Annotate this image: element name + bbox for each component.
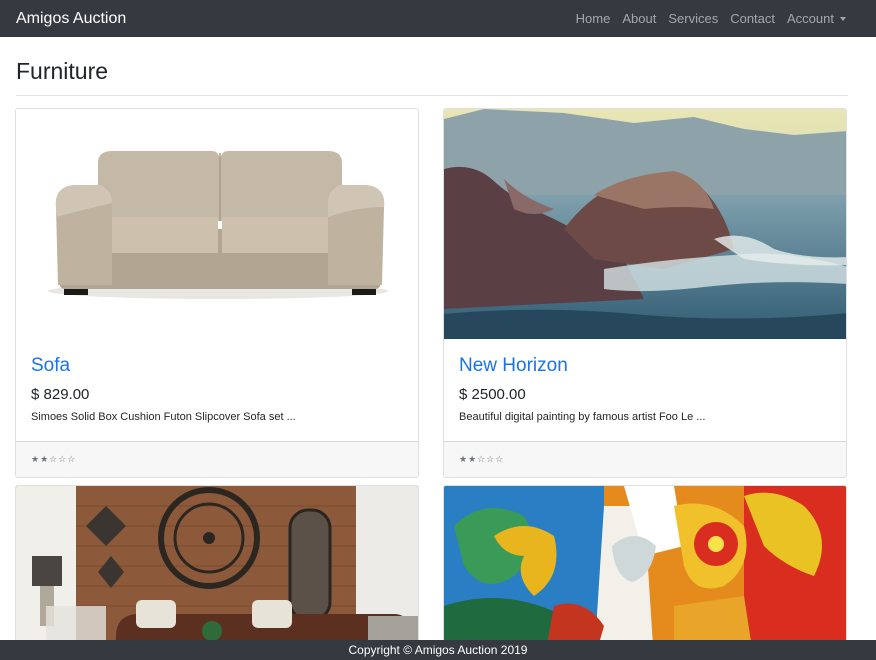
product-card-sofa: Sofa $ 829.00 Simoes Solid Box Cushion F… xyxy=(15,108,419,478)
navbar: Amigos Auction Home About Services Conta… xyxy=(0,0,876,37)
living-room-image[interactable] xyxy=(16,486,418,659)
product-price: $ 2500.00 xyxy=(459,386,526,403)
sofa-image[interactable] xyxy=(16,109,418,339)
brand-link[interactable]: Amigos Auction xyxy=(16,10,126,28)
caret-down-icon xyxy=(840,17,846,21)
product-description: Simoes Solid Box Cushion Futon Slipcover… xyxy=(31,411,296,423)
nav-contact-link[interactable]: Contact xyxy=(724,11,781,26)
product-title-link[interactable]: New Horizon xyxy=(459,355,831,377)
site-footer: Copyright © Amigos Auction 2019 xyxy=(0,640,876,660)
nav-account-label: Account xyxy=(787,11,834,26)
card-body: Sofa $ 829.00 Simoes Solid Box Cushion F… xyxy=(16,339,418,441)
star-rating: ★★☆☆☆ xyxy=(31,454,77,464)
sofa-illustration xyxy=(16,109,418,339)
nav-home-link[interactable]: Home xyxy=(570,11,617,26)
living-room-photo xyxy=(16,486,418,659)
divider xyxy=(16,95,848,96)
product-card-abstract-painting xyxy=(443,485,847,660)
abstract-painting-image[interactable] xyxy=(444,486,846,659)
new-horizon-image[interactable] xyxy=(444,109,846,339)
product-card-living-room xyxy=(15,485,419,660)
nav-menu: Home About Services Contact Account xyxy=(570,11,846,26)
product-card-new-horizon: New Horizon $ 2500.00 Beautiful digital … xyxy=(443,108,847,478)
nav-about-link[interactable]: About xyxy=(616,11,662,26)
page-title: Furniture xyxy=(16,58,109,84)
product-price: $ 829.00 xyxy=(31,386,90,403)
nav-services-link[interactable]: Services xyxy=(662,11,724,26)
seascape-painting xyxy=(444,109,846,339)
card-footer: ★★☆☆☆ xyxy=(16,441,418,477)
product-title-link[interactable]: Sofa xyxy=(31,355,403,377)
nav-account-dropdown[interactable]: Account xyxy=(781,11,846,26)
abstract-painting xyxy=(444,486,846,659)
card-footer: ★★☆☆☆ xyxy=(444,441,846,477)
product-description: Beautiful digital painting by famous art… xyxy=(459,411,706,423)
copyright-text: Copyright © Amigos Auction 2019 xyxy=(348,643,528,657)
star-rating: ★★☆☆☆ xyxy=(459,454,505,464)
card-body: New Horizon $ 2500.00 Beautiful digital … xyxy=(444,339,846,441)
